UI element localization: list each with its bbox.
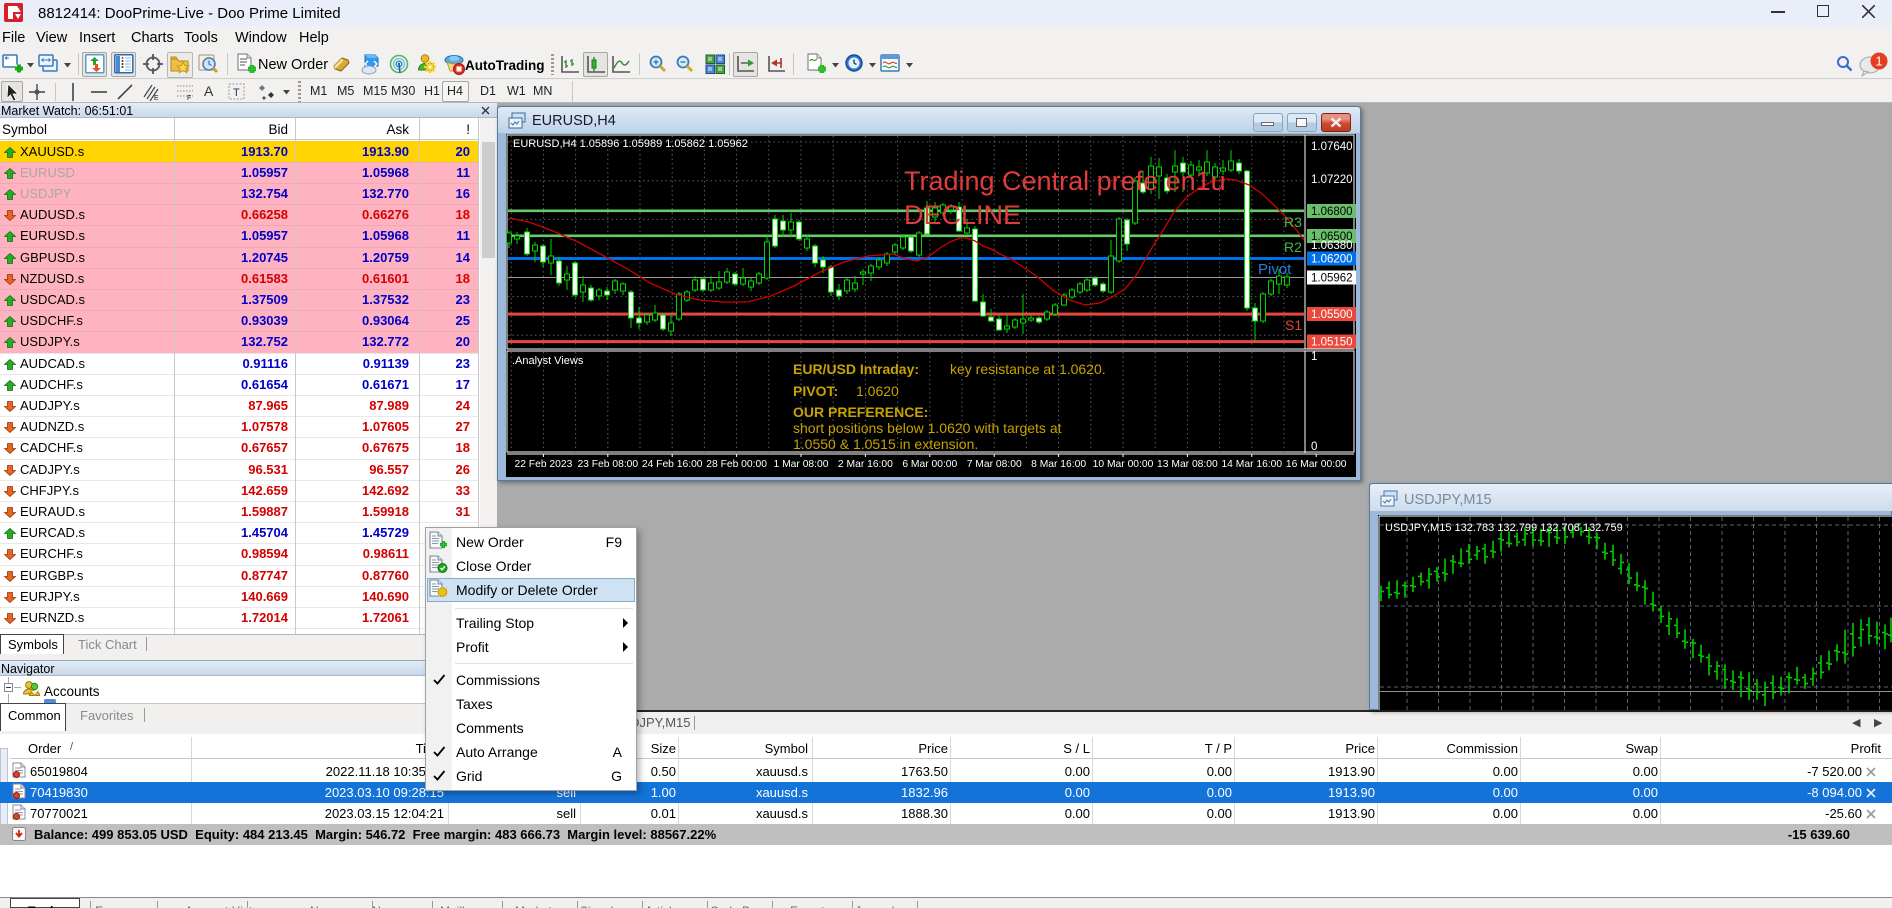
svg-text:R2: R2 [1284,239,1302,255]
svg-text:1.07640: 1.07640 [1311,141,1353,153]
svg-text:USDJPY,M15 132.783 132.799 13: USDJPY,M15 132.783 132.799 132.708 132.7… [1385,522,1623,534]
svg-text:1.07220: 1.07220 [1311,174,1353,186]
svg-text:1.05500: 1.05500 [1311,309,1353,321]
svg-text:Pivot: Pivot [1258,261,1292,278]
svg-text:S1: S1 [1285,317,1302,333]
svg-text:1.0550 & 1.0515 in extension.: 1.0550 & 1.0515 in extension. [793,436,978,452]
svg-text:13 Mar 08:00: 13 Mar 08:00 [1157,459,1218,470]
svg-text:2 Mar 16:00: 2 Mar 16:00 [838,459,893,470]
svg-text:1.0620: 1.0620 [856,383,899,399]
svg-text:DECLINE: DECLINE [904,200,1021,230]
svg-text:OUR PREFERENCE:: OUR PREFERENCE: [793,404,928,420]
svg-text:8 Mar 16:00: 8 Mar 16:00 [1031,459,1086,470]
svg-text:.Analyst Views: .Analyst Views [512,355,584,367]
svg-text:16 Mar 00:00: 16 Mar 00:00 [1286,459,1347,470]
svg-text:24 Feb 16:00: 24 Feb 16:00 [642,459,703,470]
svg-text:F: F [187,95,191,101]
svg-text:1 Mar 08:00: 1 Mar 08:00 [774,459,829,470]
svg-text:R3: R3 [1284,214,1302,230]
svg-text:6 Mar 00:00: 6 Mar 00:00 [902,459,957,470]
svg-text:EURUSD,H4 1.05896 1.05989 1.0: EURUSD,H4 1.05896 1.05989 1.05862 1.0596… [513,138,748,150]
svg-text:0: 0 [1311,441,1317,453]
svg-text:short positions below 1.0620 w: short positions below 1.0620 with target… [793,420,1062,436]
svg-text:23 Feb 08:00: 23 Feb 08:00 [577,459,638,470]
svg-text:EUR/USD Intraday:: EUR/USD Intraday: [793,361,919,377]
svg-text:22 Feb 2023: 22 Feb 2023 [514,459,572,470]
svg-text:14 Mar 16:00: 14 Mar 16:00 [1221,459,1282,470]
svg-text:Trading Central prefe en1u: Trading Central prefe en1u [904,166,1226,196]
svg-text:28 Feb 00:00: 28 Feb 00:00 [706,459,767,470]
svg-text:T: T [233,87,240,99]
svg-text:7 Mar 08:00: 7 Mar 08:00 [967,459,1022,470]
svg-text:1.05962: 1.05962 [1311,273,1353,285]
svg-text:key resistance at 1.0620.: key resistance at 1.0620. [950,361,1106,377]
svg-text:1: 1 [1311,351,1317,363]
svg-text:10 Mar 00:00: 10 Mar 00:00 [1093,459,1154,470]
svg-text:PIVOT:: PIVOT: [793,383,838,399]
svg-text:1: 1 [1875,54,1882,69]
svg-text:E: E [154,95,159,101]
svg-text:1.06380: 1.06380 [1311,240,1353,252]
svg-text:1.05150: 1.05150 [1311,337,1353,349]
svg-text:1.06800: 1.06800 [1311,206,1353,218]
svg-text:1.06200: 1.06200 [1311,254,1353,266]
